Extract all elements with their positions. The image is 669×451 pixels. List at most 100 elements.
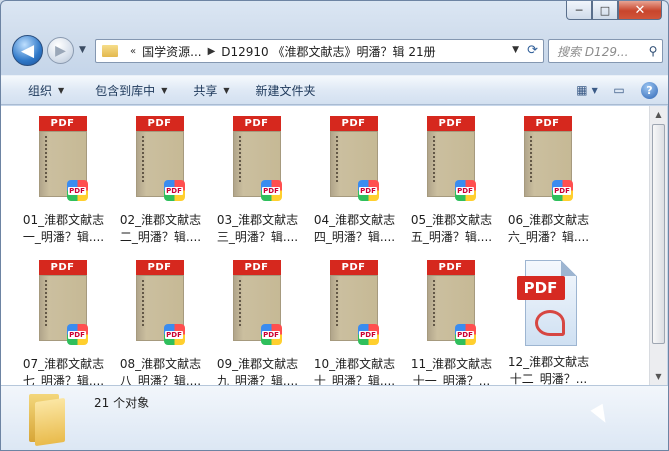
file-name-line1: 12_淮郡文献志 — [507, 355, 590, 369]
file-name-line2: 六_明潘？辑.... — [507, 230, 590, 244]
file-item[interactable]: PDF PDF 03_淮郡文献志 三_明潘？辑.... — [209, 112, 306, 251]
pdf-label: PDF — [426, 260, 475, 275]
file-item[interactable]: PDF PDF 11_淮郡文献志 十一_明潘？... — [403, 256, 500, 385]
file-item[interactable]: PDF PDF 09_淮郡文献志 九_明潘？辑.... — [209, 256, 306, 385]
preview-pane-icon[interactable]: ▭ — [609, 80, 629, 100]
file-item[interactable]: PDF PDF 08_淮郡文献志 八_明潘？辑.... — [112, 256, 209, 385]
pdf-app-badge-icon: PDF — [260, 180, 282, 201]
pdf-thumbnail-icon: PDF PDF — [523, 116, 574, 208]
pdf-app-badge-icon: PDF — [454, 180, 476, 201]
help-icon[interactable]: ? — [641, 81, 658, 99]
file-name: 02_淮郡文献志 二_明潘？辑.... — [112, 212, 209, 246]
pdf-thumbnail-icon: PDF PDF — [135, 116, 186, 208]
new-folder-button[interactable]: 新建文件夹 — [243, 79, 329, 101]
details-pane: 21 个对象 — [1, 385, 668, 450]
close-button[interactable]: ✕ — [618, 1, 662, 20]
vertical-scrollbar[interactable]: ▲ ▼ — [649, 106, 667, 385]
file-name-line2: 八_明潘？辑.... — [119, 374, 202, 385]
file-name: 01_淮郡文献志 一_明潘？辑.... — [15, 212, 112, 246]
pdf-label: PDF — [523, 116, 572, 131]
file-name: 08_淮郡文献志 八_明潘？辑.... — [112, 356, 209, 385]
file-name: 05_淮郡文献志 五_明潘？辑.... — [403, 212, 500, 246]
file-name-line1: 08_淮郡文献志 — [119, 357, 202, 371]
file-name-line2: 十一_明潘？... — [412, 374, 491, 385]
file-item[interactable]: PDF PDF 05_淮郡文献志 五_明潘？辑.... — [403, 112, 500, 251]
forward-arrow-icon: ▶ — [55, 42, 66, 59]
file-name-line2: 四_明潘？辑.... — [313, 230, 396, 244]
file-name-line1: 03_淮郡文献志 — [216, 213, 299, 227]
recent-pages-button[interactable]: ▼ — [79, 45, 86, 55]
folder-icon — [29, 394, 65, 447]
new-folder-label: 新建文件夹 — [255, 83, 316, 98]
organize-menu[interactable]: 组织 ▼ — [1, 79, 77, 101]
breadcrumb-current[interactable]: D12910 《淮郡文献志》明潘？辑 21册 — [221, 43, 435, 60]
breadcrumb-overflow[interactable]: « — [130, 46, 136, 57]
pdf-app-badge-icon: PDF — [66, 180, 88, 201]
share-label: 共享 — [193, 83, 218, 98]
pdf-thumbnail-icon: PDF PDF — [426, 116, 477, 208]
pdf-thumbnail-icon: PDF PDF — [38, 116, 89, 208]
mouse-cursor-icon — [590, 403, 612, 427]
pdf-thumbnail-icon: PDF PDF — [232, 116, 283, 208]
search-box[interactable]: 搜索 D129... ⚲ — [548, 39, 663, 63]
file-item[interactable]: PDF PDF 02_淮郡文献志 二_明潘？辑.... — [112, 112, 209, 251]
file-name-line1: 09_淮郡文献志 — [216, 357, 299, 371]
refresh-icon[interactable]: ⟳ — [527, 43, 538, 58]
scrollbar-thumb[interactable] — [652, 124, 665, 344]
scroll-up-icon[interactable]: ▲ — [650, 106, 667, 123]
pdf-app-badge-icon: PDF — [357, 180, 379, 201]
file-name-line2: 三_明潘？辑.... — [216, 230, 299, 244]
pdf-thumbnail-icon: PDF PDF — [38, 260, 89, 352]
file-name-line2: 十二_明潘？... — [509, 372, 588, 385]
maximize-button[interactable]: □ — [592, 1, 618, 20]
back-button[interactable]: ◀ — [12, 35, 43, 66]
pdf-thumbnail-icon: PDF PDF — [426, 260, 477, 352]
pdf-thumbnail-icon: PDF PDF — [232, 260, 283, 352]
pdf-label: PDF — [232, 116, 281, 131]
organize-label: 组织 — [28, 83, 53, 98]
search-icon[interactable]: ⚲ — [644, 44, 662, 58]
file-item[interactable]: PDF PDF 10_淮郡文献志 十_明潘？辑.... — [306, 256, 403, 385]
file-name: 09_淮郡文献志 九_明潘？辑.... — [209, 356, 306, 385]
share-menu[interactable]: 共享 ▼ — [180, 79, 242, 101]
address-bar[interactable]: « 国学资源... ▶ D12910 《淮郡文献志》明潘？辑 21册 ▼ ⟳ — [95, 39, 544, 63]
file-name-line1: 07_淮郡文献志 — [22, 357, 105, 371]
minimize-button[interactable]: ─ — [566, 1, 592, 20]
pdf-app-badge-icon: PDF — [454, 324, 476, 345]
command-bar: 组织 ▼ 包含到库中 ▼ 共享 ▼ 新建文件夹 ▦ ▼ ▭ ? — [1, 75, 668, 105]
file-name: 06_淮郡文献志 六_明潘？辑.... — [500, 212, 597, 246]
pdf-label: PDF — [516, 276, 565, 300]
breadcrumb-separator[interactable]: ▶ — [208, 46, 216, 57]
search-input[interactable]: 搜索 D129... — [557, 43, 644, 60]
chevron-down-icon: ▼ — [58, 85, 65, 95]
include-in-library-menu[interactable]: 包含到库中 ▼ — [77, 79, 180, 101]
file-item[interactable]: PDF PDF 07_淮郡文献志 七_明潘？辑.... — [15, 256, 112, 385]
scroll-down-icon[interactable]: ▼ — [650, 368, 667, 385]
address-dropdown-icon[interactable]: ▼ — [512, 45, 519, 55]
pdf-label: PDF — [135, 260, 184, 275]
file-name-line2: 一_明潘？辑.... — [22, 230, 105, 244]
file-name-line1: 10_淮郡文献志 — [313, 357, 396, 371]
pdf-app-badge-icon: PDF — [163, 324, 185, 345]
file-name-line2: 十_明潘？辑.... — [313, 374, 396, 385]
pdf-label: PDF — [426, 116, 475, 131]
file-name-line2: 二_明潘？辑.... — [119, 230, 202, 244]
pdf-app-badge-icon: PDF — [551, 180, 573, 201]
pdf-label: PDF — [38, 116, 87, 131]
file-item[interactable]: PDF PDF 04_淮郡文献志 四_明潘？辑.... — [306, 112, 403, 251]
forward-button[interactable]: ▶ — [47, 37, 74, 64]
view-options-icon[interactable]: ▦ ▼ — [576, 80, 598, 100]
file-item[interactable]: PDF PDF 01_淮郡文献志 一_明潘？辑.... — [15, 112, 112, 251]
chevron-down-icon: ▼ — [161, 85, 168, 95]
file-item[interactable]: PDF 12_淮郡文献志 十二_明潘？... — [500, 256, 597, 385]
file-name-line1: 05_淮郡文献志 — [410, 213, 493, 227]
navigation-bar: ◀ ▶ ▼ « 国学资源... ▶ D12910 《淮郡文献志》明潘？辑 21册… — [1, 31, 668, 71]
pdf-app-badge-icon: PDF — [66, 324, 88, 345]
file-name-line1: 06_淮郡文献志 — [507, 213, 590, 227]
file-item[interactable]: PDF PDF 06_淮郡文献志 六_明潘？辑.... — [500, 112, 597, 251]
pdf-thumbnail-icon: PDF PDF — [135, 260, 186, 352]
file-name-line1: 02_淮郡文献志 — [119, 213, 202, 227]
file-grid: PDF PDF 01_淮郡文献志 一_明潘？辑.... PDF PDF 02_淮郡文献志 二_… — [15, 112, 597, 385]
breadcrumb-item[interactable]: 国学资源... — [142, 43, 201, 60]
file-name-line1: 04_淮郡文献志 — [313, 213, 396, 227]
